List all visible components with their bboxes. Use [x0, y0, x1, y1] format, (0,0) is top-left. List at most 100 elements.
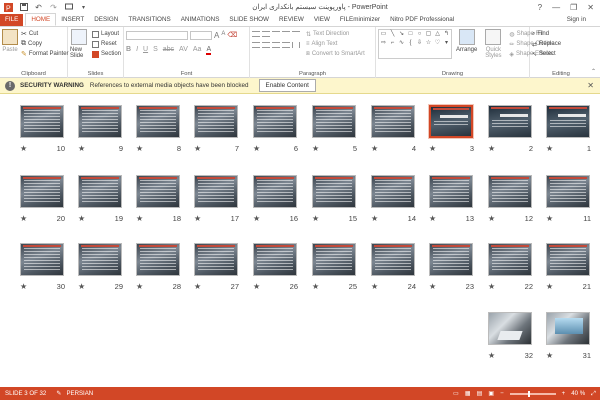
close-warning-button[interactable]: ✕	[587, 81, 594, 90]
square-shape-icon[interactable]: □	[407, 31, 414, 38]
star-shape-icon[interactable]: ☆	[425, 40, 432, 47]
slide-thumbnail-6[interactable]	[253, 105, 297, 138]
more-shapes-icon[interactable]: ▾	[443, 40, 450, 47]
slide-thumbnail-23[interactable]	[429, 243, 473, 276]
tab-transitions[interactable]: TRANSITIONS	[123, 14, 175, 26]
select-button[interactable]: ↖ Select	[532, 49, 590, 59]
slide-thumbnail-1[interactable]	[546, 105, 590, 138]
undo-icon[interactable]: ↶	[34, 3, 43, 12]
arrange-button[interactable]: Arrange	[456, 29, 477, 59]
font-size-box[interactable]	[190, 31, 212, 40]
curve-shape-icon[interactable]: ∿	[398, 40, 405, 47]
strikethrough-button[interactable]: abc	[163, 46, 174, 55]
tab-fileminimizer[interactable]: FILEminimizer	[335, 14, 385, 26]
tab-review[interactable]: REVIEW	[274, 14, 309, 26]
start-slideshow-icon[interactable]	[64, 3, 73, 12]
new-slide-button[interactable]: New Slide	[70, 29, 89, 59]
clear-format-icon[interactable]: ⌫	[227, 31, 237, 40]
bullets-icon[interactable]	[252, 31, 260, 37]
slide-thumbnail-10[interactable]	[20, 105, 64, 138]
slide-thumbnail-8[interactable]	[136, 105, 180, 138]
normal-view-icon[interactable]: ▭	[453, 390, 459, 397]
char-spacing-button[interactable]: AV	[179, 46, 188, 55]
tab-file[interactable]: FILE	[0, 14, 24, 26]
section-button[interactable]: Section	[91, 49, 121, 59]
align-text-button[interactable]: ≡ Align Text	[306, 39, 365, 49]
tab-view[interactable]: VIEW	[309, 14, 335, 26]
slide-thumbnail-25[interactable]	[312, 243, 356, 276]
slide-thumbnail-29[interactable]	[78, 243, 122, 276]
zoom-slider[interactable]	[509, 390, 556, 397]
redo-icon[interactable]: ↷	[49, 3, 58, 12]
tab-insert[interactable]: INSERT	[56, 14, 89, 26]
slide-thumbnail-9[interactable]	[78, 105, 122, 138]
shapes-gallery[interactable]: ▭ ╲ ↘ □ ○ ▢ △ ↰ ⇨ ⌐ ∿ { ⇩ ☆ ♡ ▾	[378, 29, 452, 59]
convert-smartart-button[interactable]: ⧈ Convert to SmartArt	[306, 49, 365, 59]
columns-icon[interactable]	[292, 42, 300, 48]
slide-thumbnail-7[interactable]	[194, 105, 238, 138]
replace-button[interactable]: ⇄ Replace	[532, 39, 590, 49]
maximize-button[interactable]: ❐	[570, 3, 577, 12]
slide-thumbnail-16[interactable]	[253, 175, 297, 208]
arrow-shape-icon[interactable]: ↘	[398, 31, 405, 38]
language-indicator[interactable]: PERSIAN	[66, 390, 93, 397]
align-right-icon[interactable]	[272, 42, 280, 48]
slide-thumbnail-22[interactable]	[488, 243, 532, 276]
numbering-icon[interactable]	[262, 31, 270, 37]
slide-thumbnail-3[interactable]	[428, 104, 474, 139]
slide-thumbnail-20[interactable]	[20, 175, 64, 208]
brace-shape-icon[interactable]: {	[407, 40, 414, 47]
tab-design[interactable]: DESIGN	[89, 14, 123, 26]
spellcheck-icon[interactable]: ✎	[56, 390, 61, 397]
zoom-in-button[interactable]: +	[562, 390, 566, 397]
slide-thumbnail-32[interactable]	[488, 312, 532, 345]
shadow-button[interactable]: S	[153, 46, 158, 55]
customize-qat-icon[interactable]: ▾	[79, 3, 88, 12]
tab-nitro-pdf[interactable]: Nitro PDF Professional	[385, 14, 459, 26]
oval-shape-icon[interactable]: ○	[416, 31, 423, 38]
slide-thumbnail-15[interactable]	[312, 175, 356, 208]
slide-thumbnail-12[interactable]	[488, 175, 532, 208]
font-color-button[interactable]: A	[206, 46, 212, 55]
grow-font-icon[interactable]: A	[214, 31, 219, 40]
heart-shape-icon[interactable]: ♡	[434, 40, 441, 47]
tab-animations[interactable]: ANIMATIONS	[176, 14, 225, 26]
triangle-shape-icon[interactable]: △	[434, 31, 441, 38]
increase-indent-icon[interactable]	[282, 31, 290, 37]
enable-content-button[interactable]: Enable Content	[258, 79, 316, 92]
copy-button[interactable]: ⧉ Copy	[21, 39, 69, 49]
bold-button[interactable]: B	[126, 46, 131, 55]
fit-to-window-icon[interactable]: ⤢	[591, 390, 596, 398]
decrease-indent-icon[interactable]	[272, 31, 280, 37]
slide-thumbnail-17[interactable]	[194, 175, 238, 208]
slide-thumbnail-5[interactable]	[312, 105, 356, 138]
rounded-rect-shape-icon[interactable]: ▢	[425, 31, 432, 38]
underline-button[interactable]: U	[143, 46, 148, 55]
line-shape-icon[interactable]: ╲	[389, 31, 396, 38]
slide-thumbnail-24[interactable]	[371, 243, 415, 276]
collapse-ribbon-icon[interactable]: ⌃	[591, 68, 596, 75]
slideshow-view-icon[interactable]: ▣	[488, 390, 494, 397]
reading-view-icon[interactable]: ▤	[477, 390, 483, 397]
zoom-level[interactable]: 40 %	[571, 390, 585, 397]
slide-thumbnail-19[interactable]	[78, 175, 122, 208]
tab-home[interactable]: HOME	[25, 13, 57, 26]
slide-thumbnail-21[interactable]	[546, 243, 590, 276]
arrow-down-shape-icon[interactable]: ⇩	[416, 40, 423, 47]
sign-in-link[interactable]: Sign in	[567, 14, 600, 26]
slide-sorter-view-icon[interactable]: ▦	[465, 390, 471, 397]
bent-arrow-shape-icon[interactable]: ↰	[443, 31, 450, 38]
zoom-out-button[interactable]: −	[500, 390, 504, 397]
slide-thumbnail-2[interactable]	[488, 105, 532, 138]
slide-thumbnail-28[interactable]	[136, 243, 180, 276]
italic-button[interactable]: I	[136, 46, 138, 55]
arrow-right-shape-icon[interactable]: ⇨	[380, 40, 387, 47]
slide-thumbnail-18[interactable]	[136, 175, 180, 208]
slide-thumbnail-30[interactable]	[20, 243, 64, 276]
slide-thumbnail-31[interactable]	[546, 312, 590, 345]
font-family-box[interactable]	[126, 31, 188, 40]
format-painter-button[interactable]: ✎ Format Painter	[21, 49, 69, 59]
align-left-icon[interactable]	[252, 42, 260, 48]
shrink-font-icon[interactable]: A	[221, 31, 225, 40]
text-direction-button[interactable]: ⇅ Text Direction	[306, 29, 365, 39]
